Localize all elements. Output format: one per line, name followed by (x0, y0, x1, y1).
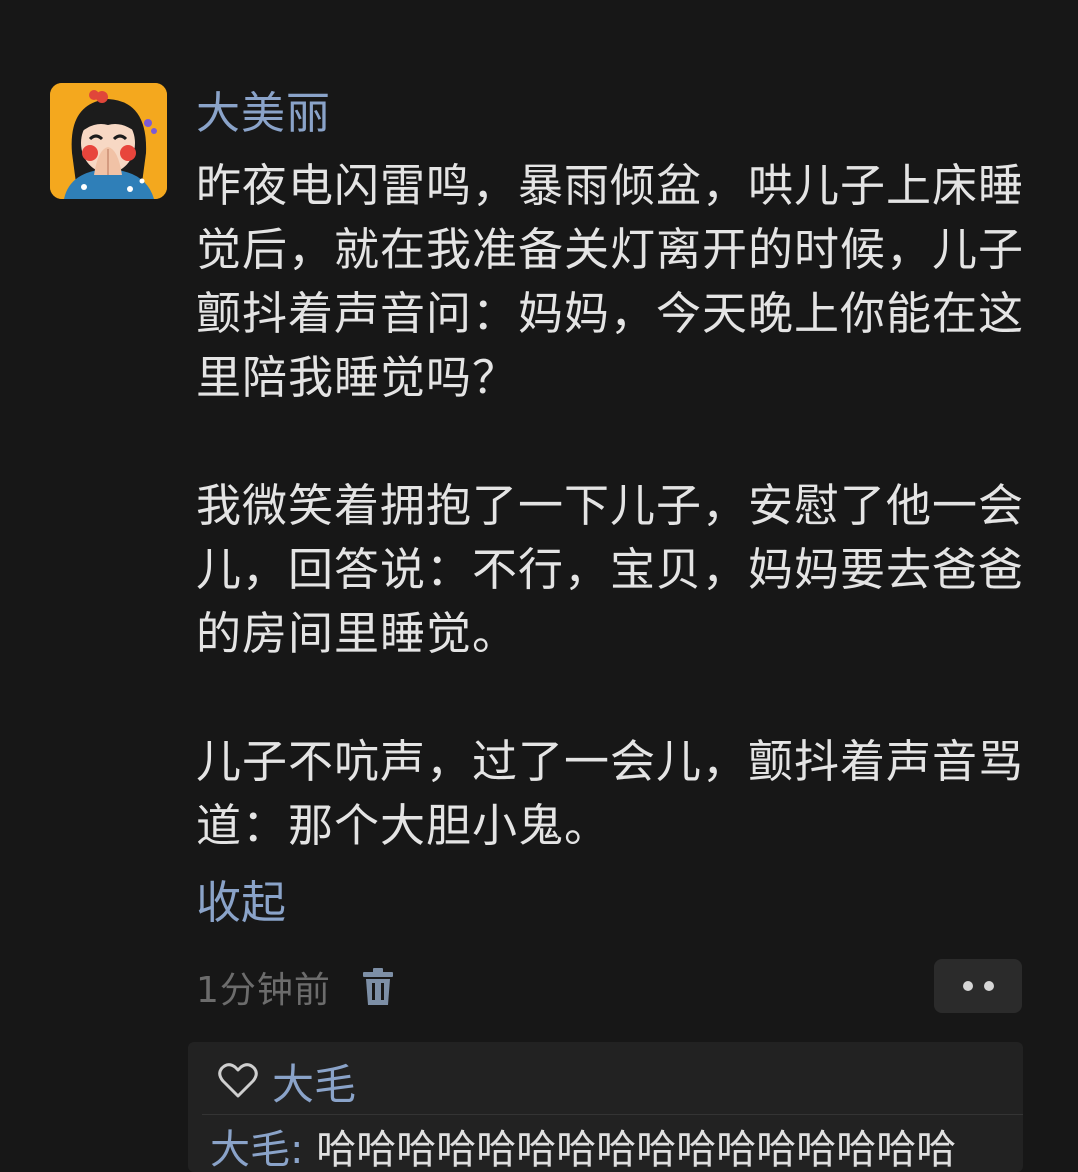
avatar-illustration (50, 83, 167, 199)
collapse-link[interactable]: 收起 (196, 873, 286, 933)
trash-icon[interactable] (361, 967, 395, 1007)
heart-icon[interactable] (218, 1063, 258, 1099)
reply-comment[interactable]: 大毛: 哈哈哈哈哈哈哈哈哈哈哈哈哈哈哈哈 (210, 1122, 956, 1172)
likes-row: 大毛 (218, 1056, 356, 1109)
post-time: 1分钟前 (196, 970, 331, 1011)
post-paragraph: 儿子不吭声，过了一会儿，颤抖着声音骂道：那个大胆小鬼。 (196, 735, 1025, 852)
post-content: 昨夜电闪雷鸣，暴雨倾盆，哄儿子上床睡觉后，就在我准备关灯离开的时候，儿子颤抖着声… (196, 154, 1026, 858)
like-user-name[interactable]: 大毛 (272, 1051, 356, 1112)
more-dots-icon (962, 981, 973, 991)
avatar[interactable] (50, 83, 167, 199)
post-paragraph: 我微笑着拥抱了一下儿子，安慰了他一会儿，回答说：不行，宝贝，妈妈要去爸爸的房间里… (196, 479, 1025, 660)
post-meta: 1分钟前 (196, 962, 395, 1012)
divider (202, 1114, 1023, 1115)
more-button[interactable] (934, 959, 1022, 1013)
reply-text: 哈哈哈哈哈哈哈哈哈哈哈哈哈哈哈哈 (316, 1127, 957, 1172)
reply-separator: : (290, 1127, 304, 1172)
post-paragraph: 昨夜电闪雷鸣，暴雨倾盆，哄儿子上床睡觉后，就在我准备关灯离开的时候，儿子颤抖着声… (196, 159, 1025, 404)
author-name[interactable]: 大美丽 (196, 86, 331, 142)
reply-author[interactable]: 大毛 (210, 1127, 290, 1172)
more-dots-icon (983, 981, 994, 991)
interaction-panel: 大毛 大毛: 哈哈哈哈哈哈哈哈哈哈哈哈哈哈哈哈 (188, 1042, 1023, 1172)
